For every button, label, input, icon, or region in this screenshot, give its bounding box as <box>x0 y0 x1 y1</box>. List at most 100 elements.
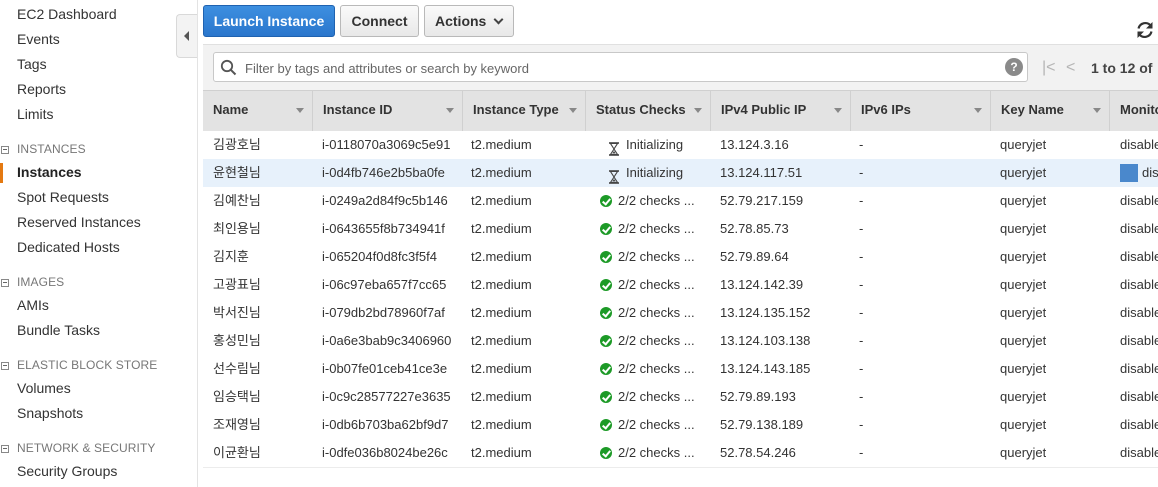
collapse-section-icon[interactable] <box>1 445 9 453</box>
status-checks-cell: Initializing <box>596 159 683 187</box>
check-circle-icon <box>600 195 612 207</box>
column-header-label: Instance Type <box>473 102 559 117</box>
active-item-marker <box>0 163 3 183</box>
column-header-instance-type[interactable]: Instance Type <box>463 91 586 131</box>
check-circle-icon <box>600 279 612 291</box>
table-row[interactable]: 이균환님 i-0dfe036b8024be26c t2.medium 2/2 chec… <box>203 439 1158 468</box>
instance-id-cell: i-0dfe036b8024be26c <box>322 445 448 460</box>
table-row[interactable]: 홍성민님 i-0a6e3bab9c3406960 t2.medium 2/2 chec… <box>203 327 1158 356</box>
monitoring-text: disable <box>1120 249 1158 264</box>
sidebar-item-events[interactable]: Events <box>17 31 60 47</box>
sidebar-section-label: ELASTIC BLOCK STORE <box>17 358 158 372</box>
previous-page-icon[interactable]: < <box>1066 59 1075 77</box>
column-header-ipv6-ips[interactable]: IPv6 IPs <box>851 91 991 131</box>
column-header-status-checks[interactable]: Status Checks <box>586 91 711 131</box>
monitoring-cell: disable <box>1120 299 1158 327</box>
sidebar-item-tags[interactable]: Tags <box>17 56 47 72</box>
status-text: 2/2 checks ... <box>618 333 695 348</box>
instance-id-cell: i-079db2bd78960f7af <box>322 305 445 320</box>
sidebar-item-volumes[interactable]: Volumes <box>17 380 71 396</box>
table-row[interactable]: 조재영님 i-0db6b703ba62bf9d7 t2.medium 2/2 chec… <box>203 411 1158 440</box>
instance-name-cell: 홍성민님 <box>213 333 261 348</box>
actions-dropdown-button[interactable]: Actions <box>424 5 514 37</box>
help-icon[interactable]: ? <box>1005 58 1023 76</box>
sidebar-section-network-security[interactable]: NETWORK & SECURITY <box>0 441 155 455</box>
sidebar-section-images[interactable]: IMAGES <box>0 275 64 289</box>
sort-caret-icon[interactable] <box>446 108 454 113</box>
ipv6-ips-cell: - <box>859 333 864 348</box>
table-row[interactable]: 선수림님 i-0b07fe01ceb41ce3e t2.medium 2/2 chec… <box>203 355 1158 384</box>
table-row[interactable]: 임승택님 i-0c9c28577227e3635 t2.medium 2/2 chec… <box>203 383 1158 412</box>
sort-caret-icon[interactable] <box>569 108 577 113</box>
check-circle-icon <box>600 363 612 375</box>
sort-caret-icon[interactable] <box>1093 108 1101 113</box>
sort-caret-icon[interactable] <box>694 108 702 113</box>
ipv4-public-ip-cell: 13.124.142.39 <box>720 277 804 292</box>
table-row[interactable]: 최인용님 i-0643655f8b734941f t2.medium 2/2 chec… <box>203 215 1158 244</box>
sidebar-item-ec2-dashboard[interactable]: EC2 Dashboard <box>17 6 117 22</box>
sidebar-item-security-groups[interactable]: Security Groups <box>17 463 117 479</box>
sidebar-item-dedicated-hosts[interactable]: Dedicated Hosts <box>17 239 120 255</box>
sidebar-item-bundle-tasks[interactable]: Bundle Tasks <box>17 322 100 338</box>
sidebar-item-limits[interactable]: Limits <box>17 106 54 122</box>
monitoring-cell: disable <box>1120 327 1158 355</box>
status-text: 2/2 checks ... <box>618 249 695 264</box>
ipv6-ips-cell: - <box>859 445 864 460</box>
monitoring-cell: disable <box>1120 271 1158 299</box>
sort-caret-icon[interactable] <box>296 108 304 113</box>
monitoring-cell: disable <box>1120 187 1158 215</box>
sidebar: EC2 Dashboard Events Tags Reports Limits INST… <box>0 0 198 487</box>
collapse-section-icon[interactable] <box>1 362 9 370</box>
column-header-monito[interactable]: Monito <box>1110 91 1158 131</box>
collapse-section-icon[interactable] <box>1 146 9 154</box>
ipv6-ips-cell: - <box>859 137 864 152</box>
key-name-cell: queryjet <box>1000 193 1047 208</box>
instance-name-cell: 임승택님 <box>213 389 261 404</box>
monitoring-text: disable <box>1120 417 1158 432</box>
first-page-icon[interactable]: |< <box>1042 59 1056 77</box>
sidebar-section-elastic-block-store[interactable]: ELASTIC BLOCK STORE <box>0 358 157 372</box>
sidebar-item-snapshots[interactable]: Snapshots <box>17 405 83 421</box>
table-row[interactable]: 김지훈 i-065204f0d8fc3f5f4 t2.medium 2/2 check… <box>203 243 1158 272</box>
sort-caret-icon[interactable] <box>834 108 842 113</box>
column-header-label: Monito <box>1120 102 1158 117</box>
column-header-instance-id[interactable]: Instance ID <box>313 91 463 131</box>
sidebar-section-instances[interactable]: INSTANCES <box>0 142 86 156</box>
monitoring-text: disable <box>1120 305 1158 320</box>
status-text: 2/2 checks ... <box>618 361 695 376</box>
table-row[interactable]: 박서진님 i-079db2bd78960f7af t2.medium 2/2 chec… <box>203 299 1158 328</box>
check-mark <box>600 195 612 207</box>
check-circle-icon <box>600 223 612 235</box>
check-mark <box>600 363 612 375</box>
connect-button[interactable]: Connect <box>340 5 419 37</box>
ipv4-public-ip-cell: 13.124.3.16 <box>720 137 789 152</box>
collapse-section-icon[interactable] <box>1 279 9 287</box>
column-header-ipv4-public-ip[interactable]: IPv4 Public IP <box>711 91 851 131</box>
sidebar-item-amis[interactable]: AMIs <box>17 297 49 313</box>
instance-id-cell: i-0249a2d84f9c5b146 <box>322 193 448 208</box>
table-row[interactable]: 김예찬님 i-0249a2d84f9c5b146 t2.medium 2/2 chec… <box>203 187 1158 216</box>
ipv6-ips-cell: - <box>859 165 864 180</box>
instance-type-cell: t2.medium <box>471 305 532 320</box>
table-row[interactable]: 윤현철님 i-0d4fb746e2b5ba0fe t2.medium Initiali… <box>203 159 1158 188</box>
sidebar-item-spot-requests[interactable]: Spot Requests <box>17 189 109 205</box>
column-header-key-name[interactable]: Key Name <box>991 91 1110 131</box>
column-header-label: IPv4 Public IP <box>721 102 807 117</box>
refresh-icon[interactable] <box>1134 19 1156 41</box>
sort-caret-icon[interactable] <box>974 108 982 113</box>
sidebar-item-instances[interactable]: Instances <box>17 164 82 180</box>
instance-name-cell: 조재영님 <box>213 417 261 432</box>
column-header-name[interactable]: Name <box>203 91 313 131</box>
ipv4-public-ip-cell: 52.79.217.159 <box>720 193 804 208</box>
sidebar-item-reserved-instances[interactable]: Reserved Instances <box>17 214 141 230</box>
table-row[interactable]: 고광표님 i-06c97eba657f7cc65 t2.medium 2/2 chec… <box>203 271 1158 300</box>
table-row[interactable]: 김광호님 i-0118070a3069c5e91 t2.medium Initiali… <box>203 131 1158 160</box>
collapse-sidebar-icon[interactable] <box>176 14 197 58</box>
key-name-cell: queryjet <box>1000 361 1047 376</box>
search-input[interactable] <box>243 56 1007 80</box>
sidebar-item-reports[interactable]: Reports <box>17 81 66 97</box>
row-focus-indicator <box>1120 163 1138 182</box>
check-mark <box>600 223 612 235</box>
launch-instance-button[interactable]: Launch Instance <box>203 5 335 37</box>
search-box: ? <box>213 52 1028 82</box>
